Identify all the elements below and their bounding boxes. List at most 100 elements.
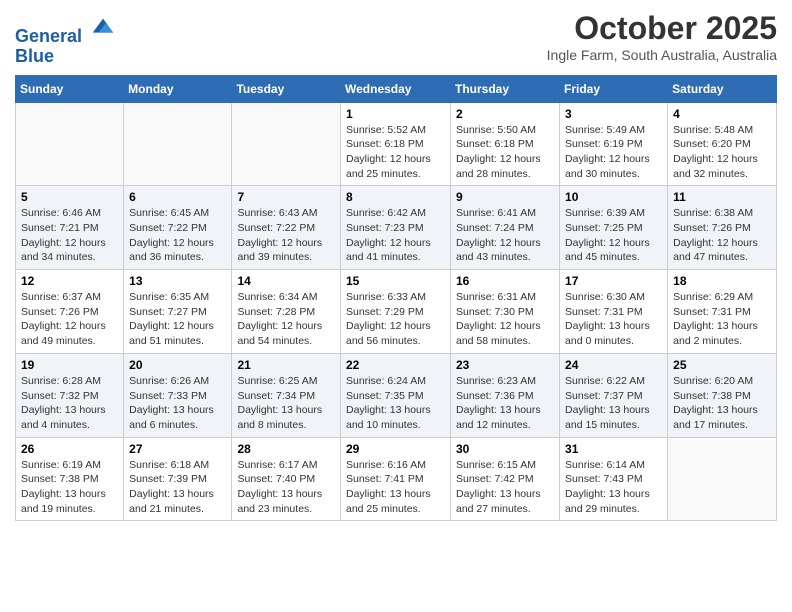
calendar-cell [16,102,124,186]
day-number: 21 [237,358,335,372]
calendar-cell: 22 Sunrise: 6:24 AM Sunset: 7:35 PM Dayli… [341,353,451,437]
calendar-cell: 10 Sunrise: 6:39 AM Sunset: 7:25 PM Dayli… [560,186,668,270]
day-info: Sunrise: 6:23 AM Sunset: 7:36 PM Dayligh… [456,374,554,433]
day-info: Sunrise: 6:30 AM Sunset: 7:31 PM Dayligh… [565,290,662,349]
day-header-friday: Friday [560,75,668,102]
day-number: 6 [129,190,226,204]
day-info: Sunrise: 6:16 AM Sunset: 7:41 PM Dayligh… [346,458,445,517]
day-number: 20 [129,358,226,372]
day-number: 10 [565,190,662,204]
calendar-cell: 27 Sunrise: 6:18 AM Sunset: 7:39 PM Dayli… [124,437,232,521]
calendar-cell [124,102,232,186]
day-number: 15 [346,274,445,288]
calendar-cell: 4 Sunrise: 5:48 AM Sunset: 6:20 PM Daylig… [668,102,777,186]
page-header: General Blue October 2025 Ingle Farm, So… [15,10,777,67]
calendar-cell: 5 Sunrise: 6:46 AM Sunset: 7:21 PM Daylig… [16,186,124,270]
day-number: 23 [456,358,554,372]
day-number: 22 [346,358,445,372]
day-info: Sunrise: 6:25 AM Sunset: 7:34 PM Dayligh… [237,374,335,433]
day-number: 5 [21,190,118,204]
calendar-cell: 20 Sunrise: 6:26 AM Sunset: 7:33 PM Dayli… [124,353,232,437]
calendar-cell: 2 Sunrise: 5:50 AM Sunset: 6:18 PM Daylig… [451,102,560,186]
day-number: 28 [237,442,335,456]
day-header-thursday: Thursday [451,75,560,102]
day-number: 12 [21,274,118,288]
day-number: 25 [673,358,771,372]
day-info: Sunrise: 6:42 AM Sunset: 7:23 PM Dayligh… [346,206,445,265]
calendar-cell: 15 Sunrise: 6:33 AM Sunset: 7:29 PM Dayli… [341,270,451,354]
calendar-cell: 6Sunrise: 6:45 AM Sunset: 7:22 PM Daylig… [124,186,232,270]
day-number: 11 [673,190,771,204]
logo-text: General [15,14,117,47]
day-info: Sunrise: 6:29 AM Sunset: 7:31 PM Dayligh… [673,290,771,349]
calendar-cell: 12 Sunrise: 6:37 AM Sunset: 7:26 PM Dayli… [16,270,124,354]
calendar-cell: 17 Sunrise: 6:30 AM Sunset: 7:31 PM Dayli… [560,270,668,354]
calendar-cell: 21 Sunrise: 6:25 AM Sunset: 7:34 PM Dayli… [232,353,341,437]
day-info: Sunrise: 6:19 AM Sunset: 7:38 PM Dayligh… [21,458,118,517]
calendar-cell: 25Sunrise: 6:20 AM Sunset: 7:38 PM Dayli… [668,353,777,437]
day-info: Sunrise: 6:18 AM Sunset: 7:39 PM Dayligh… [129,458,226,517]
day-header-tuesday: Tuesday [232,75,341,102]
calendar-cell: 19 Sunrise: 6:28 AM Sunset: 7:32 PM Dayli… [16,353,124,437]
day-info: Sunrise: 5:52 AM Sunset: 6:18 PM Dayligh… [346,123,445,182]
day-info: Sunrise: 6:33 AM Sunset: 7:29 PM Dayligh… [346,290,445,349]
day-header-saturday: Saturday [668,75,777,102]
day-number: 27 [129,442,226,456]
day-number: 29 [346,442,445,456]
day-number: 31 [565,442,662,456]
calendar-cell: 31 Sunrise: 6:14 AM Sunset: 7:43 PM Dayli… [560,437,668,521]
day-number: 18 [673,274,771,288]
day-info: Sunrise: 6:35 AM Sunset: 7:27 PM Dayligh… [129,290,226,349]
calendar-cell: 24Sunrise: 6:22 AM Sunset: 7:37 PM Dayli… [560,353,668,437]
week-row-5: 26 Sunrise: 6:19 AM Sunset: 7:38 PM Dayli… [16,437,777,521]
day-info: Sunrise: 5:48 AM Sunset: 6:20 PM Dayligh… [673,123,771,182]
calendar-cell: 1 Sunrise: 5:52 AM Sunset: 6:18 PM Daylig… [341,102,451,186]
calendar-cell: 8Sunrise: 6:42 AM Sunset: 7:23 PM Daylig… [341,186,451,270]
week-row-3: 12 Sunrise: 6:37 AM Sunset: 7:26 PM Dayli… [16,270,777,354]
day-number: 26 [21,442,118,456]
calendar-cell: 11 Sunrise: 6:38 AM Sunset: 7:26 PM Dayli… [668,186,777,270]
day-number: 2 [456,107,554,121]
calendar-cell: 26 Sunrise: 6:19 AM Sunset: 7:38 PM Dayli… [16,437,124,521]
calendar-cell: 30 Sunrise: 6:15 AM Sunset: 7:42 PM Dayli… [451,437,560,521]
day-number: 1 [346,107,445,121]
logo-blue: Blue [15,47,117,67]
day-info: Sunrise: 6:31 AM Sunset: 7:30 PM Dayligh… [456,290,554,349]
calendar-cell: 14Sunrise: 6:34 AM Sunset: 7:28 PM Dayli… [232,270,341,354]
day-number: 30 [456,442,554,456]
day-number: 19 [21,358,118,372]
week-row-4: 19 Sunrise: 6:28 AM Sunset: 7:32 PM Dayli… [16,353,777,437]
day-info: Sunrise: 6:22 AM Sunset: 7:37 PM Dayligh… [565,374,662,433]
day-info: Sunrise: 6:15 AM Sunset: 7:42 PM Dayligh… [456,458,554,517]
calendar-cell: 18 Sunrise: 6:29 AM Sunset: 7:31 PM Dayli… [668,270,777,354]
calendar-cell: 28 Sunrise: 6:17 AM Sunset: 7:40 PM Dayli… [232,437,341,521]
calendar-table: SundayMondayTuesdayWednesdayThursdayFrid… [15,75,777,522]
day-info: Sunrise: 6:39 AM Sunset: 7:25 PM Dayligh… [565,206,662,265]
title-block: October 2025 Ingle Farm, South Australia… [547,10,777,63]
day-number: 7 [237,190,335,204]
day-info: Sunrise: 6:14 AM Sunset: 7:43 PM Dayligh… [565,458,662,517]
day-info: Sunrise: 6:26 AM Sunset: 7:33 PM Dayligh… [129,374,226,433]
calendar-cell [668,437,777,521]
day-info: Sunrise: 6:24 AM Sunset: 7:35 PM Dayligh… [346,374,445,433]
calendar-cell: 7 Sunrise: 6:43 AM Sunset: 7:22 PM Daylig… [232,186,341,270]
week-row-1: 1 Sunrise: 5:52 AM Sunset: 6:18 PM Daylig… [16,102,777,186]
calendar-cell: 9Sunrise: 6:41 AM Sunset: 7:24 PM Daylig… [451,186,560,270]
logo: General Blue [15,14,117,67]
day-number: 4 [673,107,771,121]
day-number: 17 [565,274,662,288]
day-info: Sunrise: 6:37 AM Sunset: 7:26 PM Dayligh… [21,290,118,349]
day-number: 3 [565,107,662,121]
calendar-cell: 13Sunrise: 6:35 AM Sunset: 7:27 PM Dayli… [124,270,232,354]
day-info: Sunrise: 6:43 AM Sunset: 7:22 PM Dayligh… [237,206,335,265]
calendar-subtitle: Ingle Farm, South Australia, Australia [547,47,777,63]
day-info: Sunrise: 6:28 AM Sunset: 7:32 PM Dayligh… [21,374,118,433]
day-info: Sunrise: 6:46 AM Sunset: 7:21 PM Dayligh… [21,206,118,265]
day-info: Sunrise: 5:49 AM Sunset: 6:19 PM Dayligh… [565,123,662,182]
day-info: Sunrise: 6:17 AM Sunset: 7:40 PM Dayligh… [237,458,335,517]
calendar-cell: 16Sunrise: 6:31 AM Sunset: 7:30 PM Dayli… [451,270,560,354]
logo-icon [89,14,117,42]
day-number: 9 [456,190,554,204]
day-info: Sunrise: 6:38 AM Sunset: 7:26 PM Dayligh… [673,206,771,265]
day-info: Sunrise: 5:50 AM Sunset: 6:18 PM Dayligh… [456,123,554,182]
